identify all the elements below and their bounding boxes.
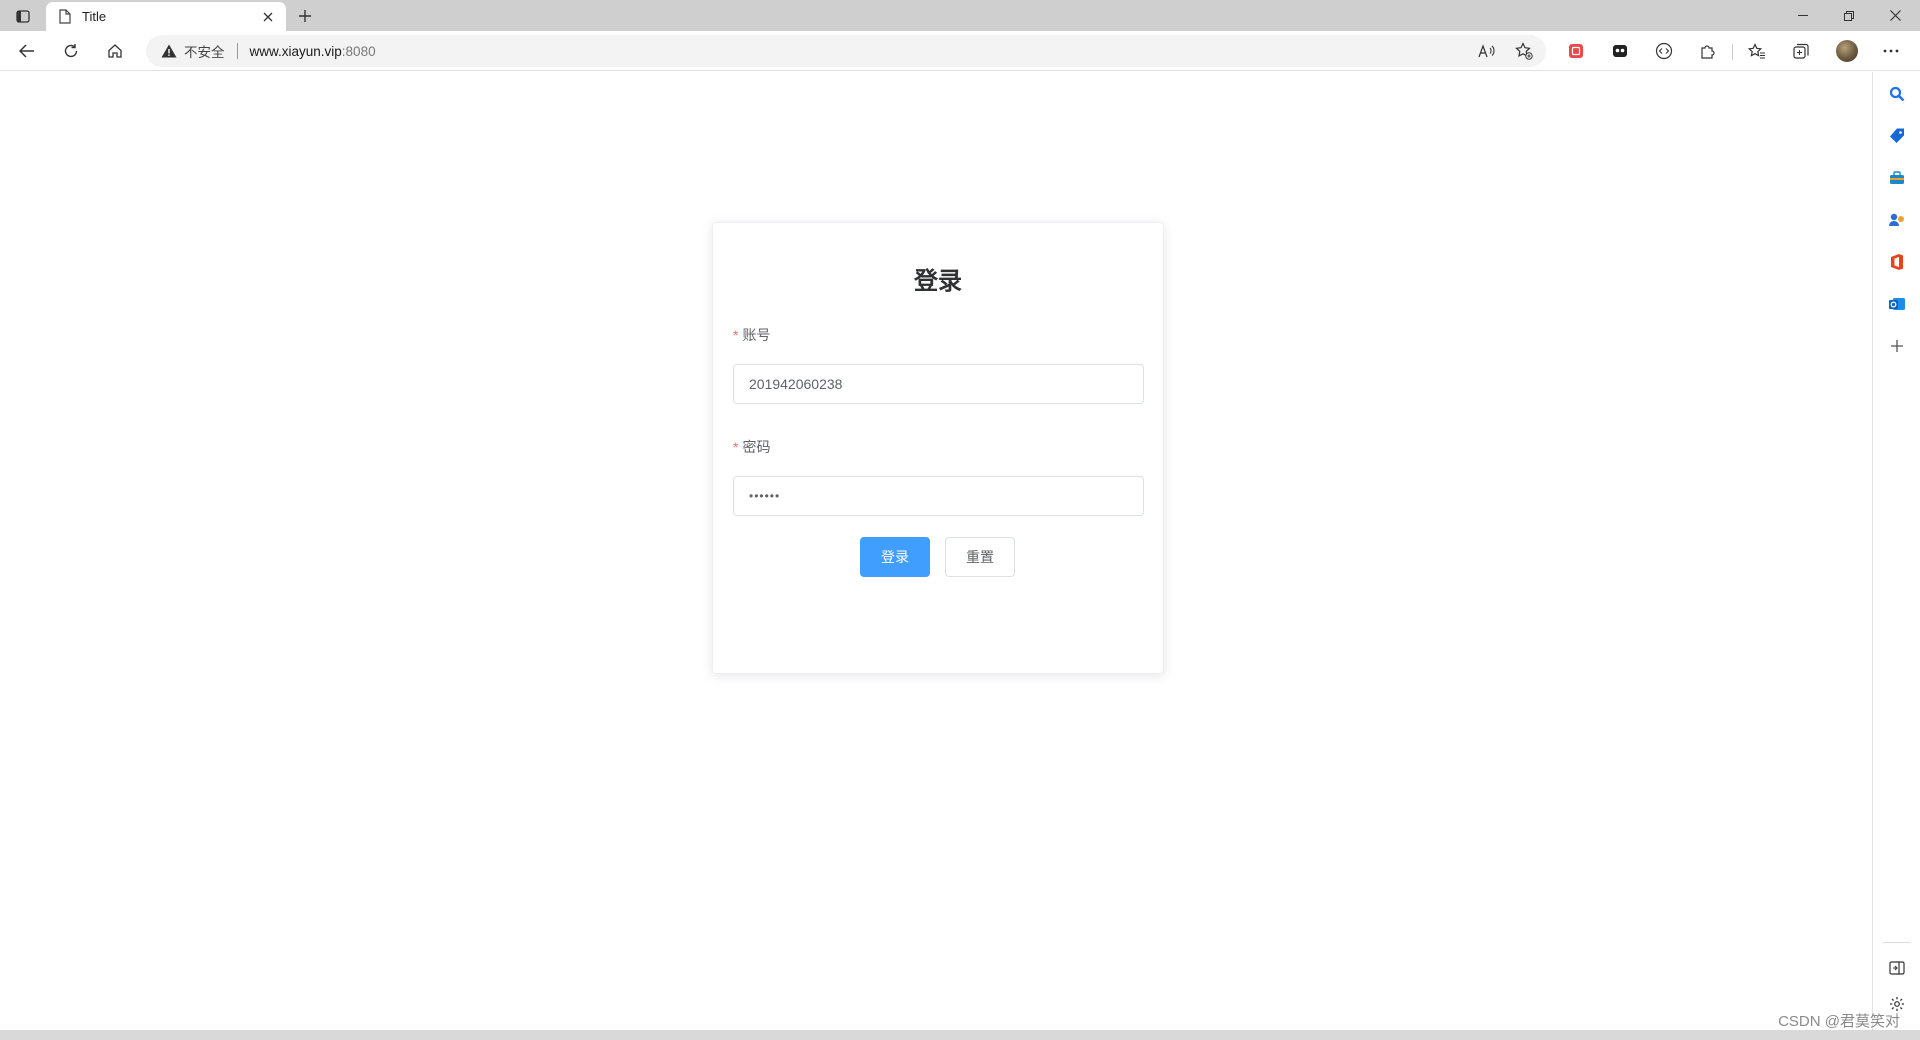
refresh-icon[interactable]	[56, 37, 86, 65]
login-card: 登录 * 账号 201942060238 * 密码 •••••• 登录 重置	[712, 222, 1164, 674]
address-bar[interactable]: 不安全 www.xiayun.vip:8080	[146, 35, 1546, 67]
document-icon	[56, 8, 74, 26]
login-title: 登录	[914, 268, 962, 295]
extensions-puzzle-icon[interactable]	[1693, 37, 1723, 65]
url-port[interactable]: :8080	[342, 44, 376, 59]
hide-sidebar-icon[interactable]	[1885, 956, 1909, 980]
password-label-text: 密码	[742, 439, 771, 455]
warning-icon[interactable]	[160, 42, 178, 60]
close-window-icon[interactable]	[1872, 0, 1918, 31]
home-icon[interactable]	[100, 37, 130, 65]
account-input[interactable]: 201942060238	[733, 364, 1144, 404]
window-bottom-edge	[0, 1030, 1920, 1040]
edge-sidebar	[1872, 72, 1920, 1030]
restore-icon[interactable]	[1826, 0, 1872, 31]
extension-code-icon[interactable]	[1649, 37, 1679, 65]
tools-icon[interactable]	[1885, 166, 1909, 190]
sidebar-divider	[1883, 942, 1911, 943]
toolbar-divider	[1732, 44, 1733, 60]
password-input-value: ••••••	[749, 489, 781, 503]
new-tab-icon[interactable]	[294, 6, 316, 26]
office-icon[interactable]	[1885, 250, 1909, 274]
tab-actions-icon[interactable]	[12, 6, 34, 26]
account-label-text: 账号	[742, 327, 771, 343]
login-button[interactable]: 登录	[860, 537, 930, 577]
minimize-icon[interactable]	[1780, 0, 1826, 31]
games-icon[interactable]	[1885, 208, 1909, 232]
tab-strip: Title	[0, 0, 1920, 31]
browser-tab[interactable]: Title	[46, 2, 286, 31]
back-icon[interactable]	[12, 37, 42, 65]
tab-close-icon[interactable]	[260, 9, 276, 25]
extension-red-icon[interactable]	[1561, 37, 1591, 65]
favorites-icon[interactable]	[1742, 37, 1772, 65]
reset-button[interactable]: 重置	[945, 537, 1015, 577]
search-icon[interactable]	[1885, 82, 1909, 106]
shopping-tag-icon[interactable]	[1885, 124, 1909, 148]
more-menu-icon[interactable]	[1876, 37, 1906, 65]
outlook-icon[interactable]	[1885, 292, 1909, 316]
account-label: * 账号	[733, 325, 770, 345]
required-mark: *	[733, 439, 739, 455]
address-separator	[236, 43, 238, 59]
profile-avatar[interactable]	[1832, 37, 1862, 65]
required-mark: *	[733, 327, 739, 343]
add-icon[interactable]	[1885, 334, 1909, 358]
account-input-value: 201942060238	[749, 376, 843, 392]
extension-mask-icon[interactable]	[1605, 37, 1635, 65]
url-host[interactable]: www.xiayun.vip	[250, 44, 342, 59]
read-aloud-icon[interactable]	[1473, 37, 1501, 65]
browser-toolbar: 不安全 www.xiayun.vip:8080	[0, 31, 1920, 71]
page-content: 登录 * 账号 201942060238 * 密码 •••••• 登录 重置	[0, 72, 1872, 1030]
add-favorite-icon[interactable]	[1510, 37, 1538, 65]
csdn-watermark: CSDN @君莫笑对	[1778, 1013, 1900, 1030]
password-label: * 密码	[733, 437, 770, 457]
password-input[interactable]: ••••••	[733, 476, 1144, 516]
collections-icon[interactable]	[1786, 37, 1816, 65]
avatar	[1836, 40, 1858, 62]
insecure-label[interactable]: 不安全	[184, 41, 225, 61]
tab-title: Title	[82, 9, 107, 24]
